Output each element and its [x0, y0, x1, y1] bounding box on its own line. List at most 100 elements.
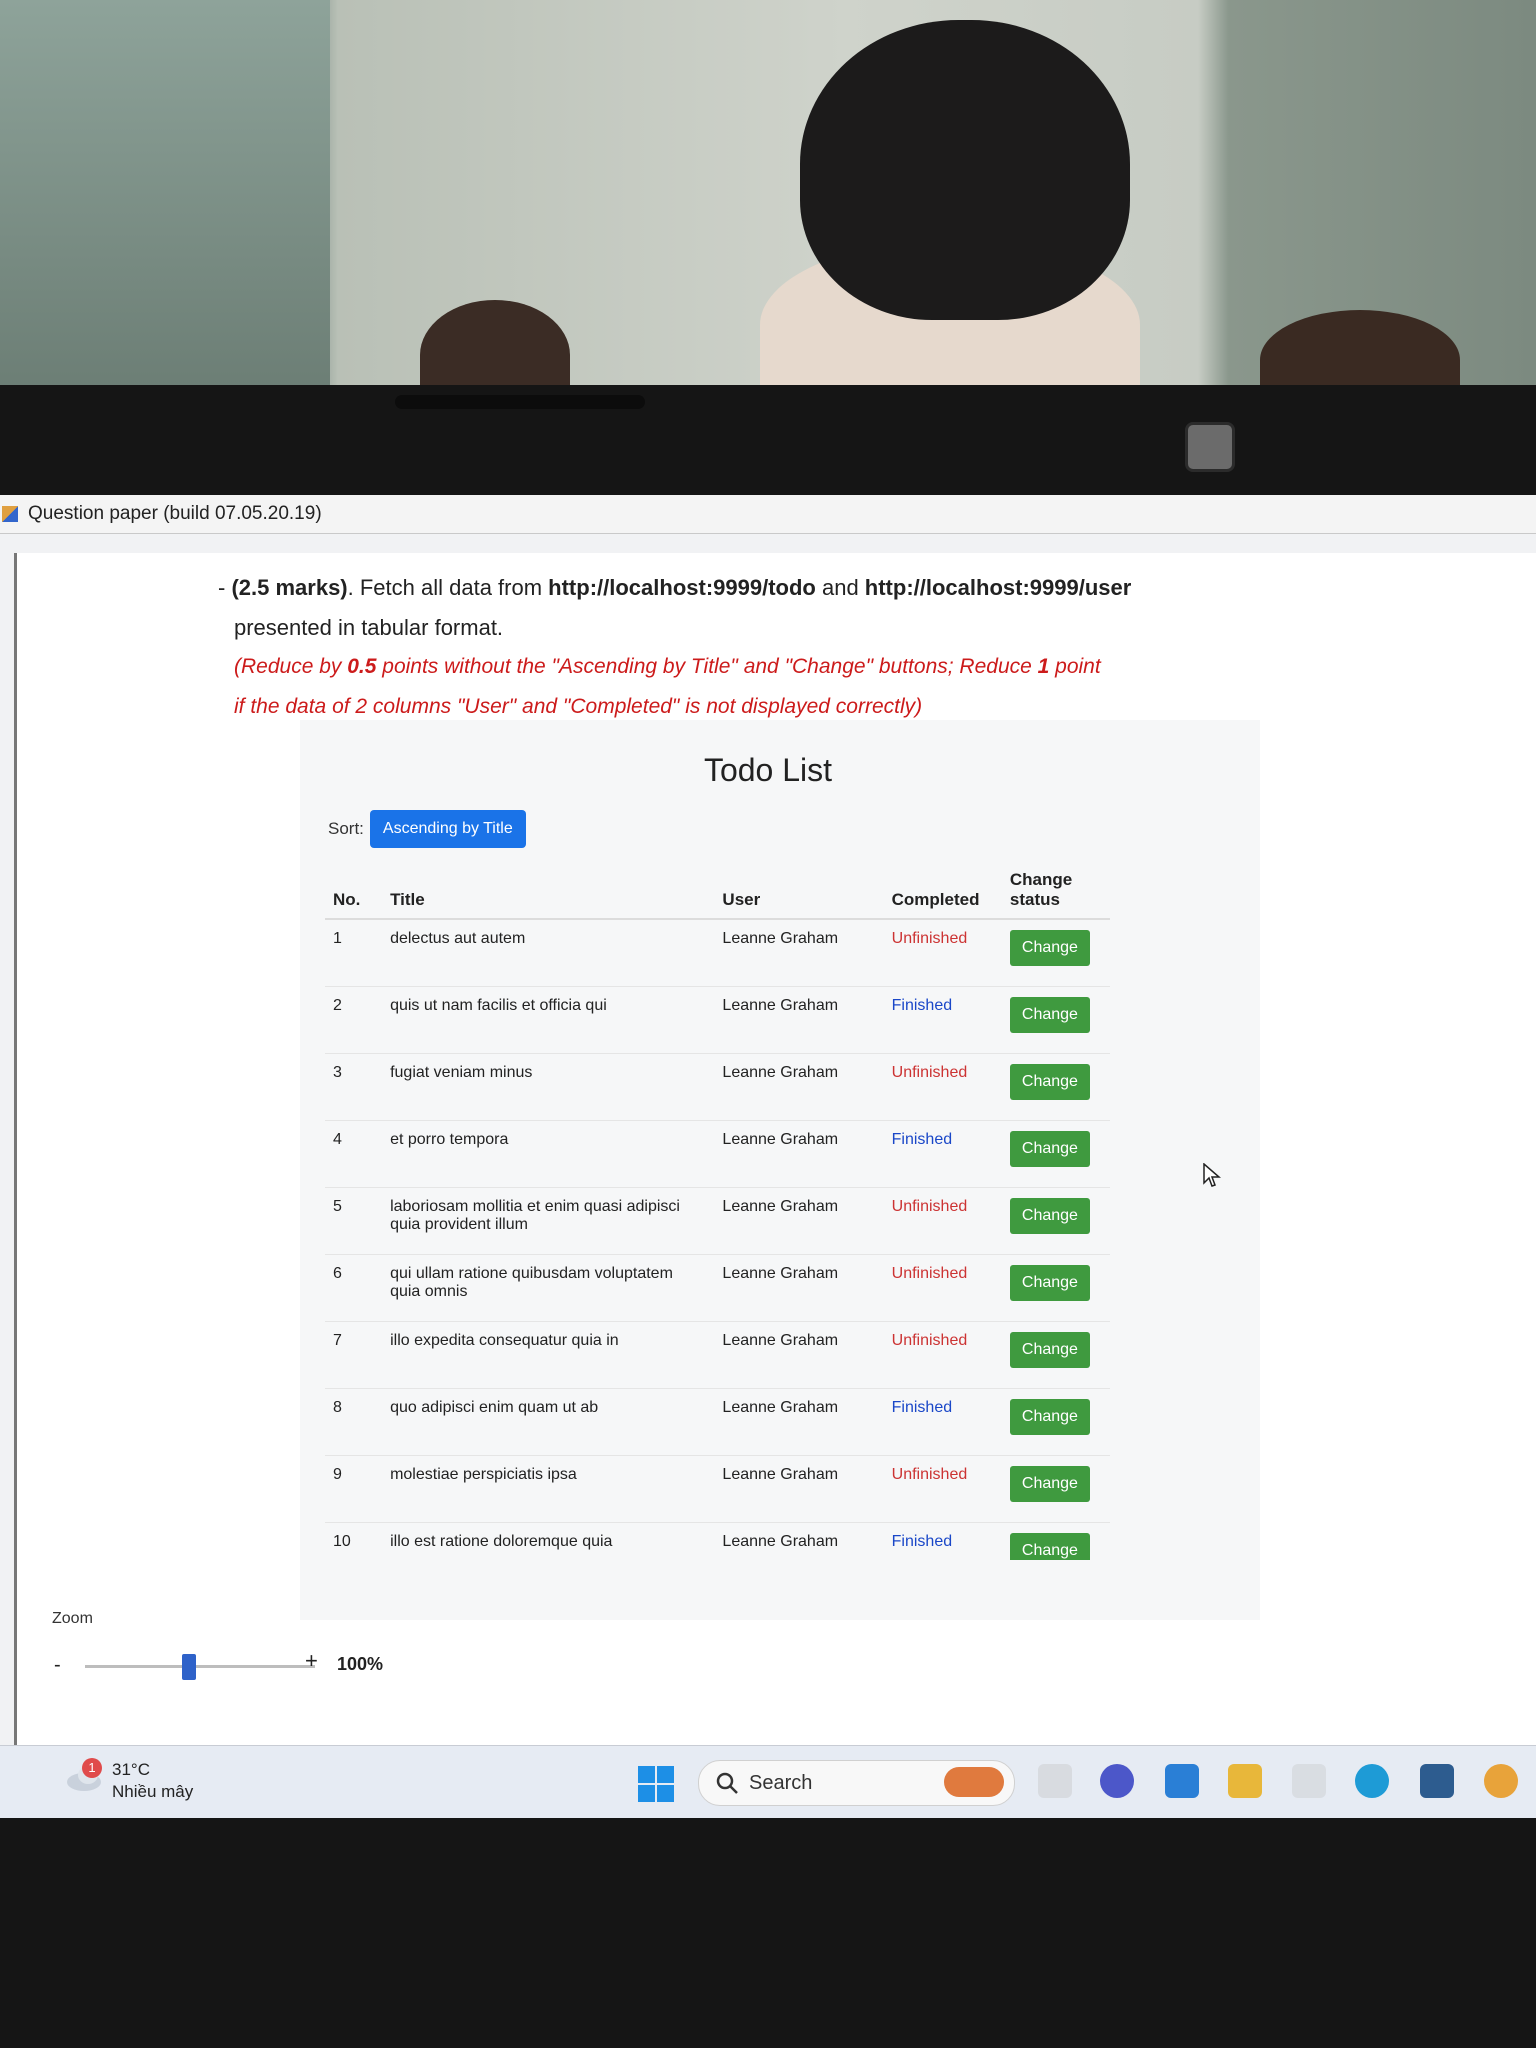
sort-row: Sort: Ascending by Title [328, 810, 526, 848]
weather-temperature[interactable]: 31°C [112, 1760, 150, 1780]
change-button[interactable]: Change [1009, 1198, 1090, 1234]
file-explorer-icon[interactable] [1228, 1764, 1262, 1798]
question-text: . Fetch all data from [347, 575, 549, 600]
cell-no: 5 [325, 1187, 383, 1255]
question-marks: (2.5 marks) [231, 575, 348, 600]
zoom-value: 100% [337, 1654, 384, 1674]
cell-no: 2 [325, 986, 383, 1054]
question-line-2: presented in tabular format. [234, 615, 504, 640]
cell-title: delectus aut autem [382, 919, 715, 987]
background-photo [0, 0, 1536, 410]
table-row: 2 quis ut nam facilis et officia qui Leann… [325, 986, 1110, 1054]
question-and: and [815, 575, 865, 600]
cell-completed: Unfinished [883, 1455, 1002, 1523]
table-scroll-cutoff [300, 1560, 1260, 1620]
taskbar-search[interactable]: Search [698, 1760, 1015, 1806]
change-button[interactable]: Change [1009, 1466, 1090, 1502]
cell-completed: Finished [883, 1388, 1002, 1456]
windows-start-icon[interactable] [638, 1766, 674, 1802]
table-row: 7 illo expedita consequatur quia in Leanne… [325, 1321, 1110, 1389]
table-row: 9 molestiae perspiciatis ipsa Leanne Graha… [325, 1455, 1110, 1523]
search-placeholder: Search [749, 1772, 813, 1794]
col-header-no: No. [325, 862, 383, 920]
webcam [1185, 422, 1235, 472]
question-line-1: - (2.5 marks). Fetch all data from http:… [218, 575, 1131, 601]
zoom-out-button[interactable]: - [54, 1654, 61, 1677]
vscode-icon[interactable] [1165, 1764, 1199, 1798]
col-header-completed: Completed [883, 862, 1002, 920]
cell-title: et porro tempora [382, 1120, 715, 1188]
cell-user: Leanne Graham [714, 919, 884, 987]
cell-user: Leanne Graham [714, 1388, 884, 1456]
cell-title: quis ut nam facilis et officia qui [382, 986, 715, 1054]
search-highlight-icon [944, 1767, 1004, 1797]
weather-badge: 1 [82, 1758, 102, 1778]
col-header-title: Title [382, 862, 715, 920]
question-note-2: if the data of 2 columns "User" and "Com… [234, 695, 923, 718]
cell-completed: Unfinished [883, 1321, 1002, 1389]
change-button[interactable]: Change [1009, 1399, 1090, 1435]
weather-description[interactable]: Nhiều mây [112, 1782, 193, 1802]
notepad-icon[interactable] [1292, 1764, 1326, 1798]
cell-no: 9 [325, 1455, 383, 1523]
zoom-label: Zoom [52, 1610, 93, 1627]
cell-title: laboriosam mollitia et enim quasi adipis… [382, 1187, 715, 1255]
cell-completed: Unfinished [883, 1254, 1002, 1322]
change-button[interactable]: Change [1009, 1131, 1090, 1167]
zoom-slider-thumb[interactable] [182, 1654, 196, 1680]
cell-no: 3 [325, 1053, 383, 1121]
table-row: 6 qui ullam ratione quibusdam voluptatem … [325, 1254, 1110, 1322]
change-button[interactable]: Change [1009, 1064, 1090, 1100]
cell-change-status: Change [1001, 1187, 1110, 1255]
edge-icon[interactable] [1355, 1764, 1389, 1798]
change-button[interactable]: Change [1009, 1265, 1090, 1301]
cell-completed: Unfinished [883, 1187, 1002, 1255]
cell-no: 1 [325, 919, 383, 987]
cell-no: 8 [325, 1388, 383, 1456]
table-row: 3 fugiat veniam minus Leanne Graham Unfinis… [325, 1053, 1110, 1121]
todo-table: No. Title User Completed Change status 1… [325, 862, 1110, 1590]
note-bold-d: 1 [1037, 655, 1050, 678]
table-row: 5 laboriosam mollitia et enim quasi adipi… [325, 1187, 1110, 1255]
zoom-control: Zoom - + 100% [20, 1610, 420, 1690]
ascending-by-title-button[interactable]: Ascending by Title [369, 810, 526, 848]
cell-user: Leanne Graham [714, 986, 884, 1054]
task-view-icon[interactable] [1038, 1764, 1072, 1798]
cell-title: illo expedita consequatur quia in [382, 1321, 715, 1389]
meet-icon[interactable] [1100, 1764, 1134, 1798]
cell-change-status: Change [1001, 1455, 1110, 1523]
todo-title: Todo List [703, 752, 833, 788]
table-row: 8 quo adipisci enim quam ut ab Leanne Grah… [325, 1388, 1110, 1456]
cell-user: Leanne Graham [714, 1120, 884, 1188]
table-header-row: No. Title User Completed Change status [325, 862, 1110, 920]
cell-completed: Finished [883, 986, 1002, 1054]
window-title: Question paper (build 07.05.20.19) [28, 503, 322, 524]
cell-no: 7 [325, 1321, 383, 1389]
url-todo: http://localhost:9999/todo [548, 575, 816, 600]
note-text-c: points without the "Ascending by Title" … [376, 655, 1038, 678]
col-header-user: User [714, 862, 884, 920]
cell-user: Leanne Graham [714, 1254, 884, 1322]
note-bold-b: 0.5 [347, 655, 377, 678]
cell-completed: Unfinished [883, 1053, 1002, 1121]
zoom-in-button[interactable]: + [305, 1648, 318, 1674]
app-icon-blue[interactable] [1420, 1764, 1454, 1798]
cell-change-status: Change [1001, 986, 1110, 1054]
cell-title: molestiae perspiciatis ipsa [382, 1455, 715, 1523]
zoom-slider-track[interactable] [85, 1665, 315, 1668]
cell-title: quo adipisci enim quam ut ab [382, 1388, 715, 1456]
cell-change-status: Change [1001, 1254, 1110, 1322]
person-head [800, 20, 1130, 320]
chrome-icon[interactable] [1484, 1764, 1518, 1798]
todo-table-body: 1 delectus aut autem Leanne Graham Unfinish… [325, 919, 1110, 1590]
search-icon [715, 1771, 739, 1800]
change-button[interactable]: Change [1009, 1332, 1090, 1368]
note-text-e: point [1049, 655, 1101, 678]
url-user: http://localhost:9999/user [864, 575, 1132, 600]
change-button[interactable]: Change [1009, 930, 1090, 966]
cell-change-status: Change [1001, 919, 1110, 987]
cell-user: Leanne Graham [714, 1321, 884, 1389]
change-button[interactable]: Change [1009, 997, 1090, 1033]
cell-change-status: Change [1001, 1053, 1110, 1121]
cell-title: fugiat veniam minus [382, 1053, 715, 1121]
